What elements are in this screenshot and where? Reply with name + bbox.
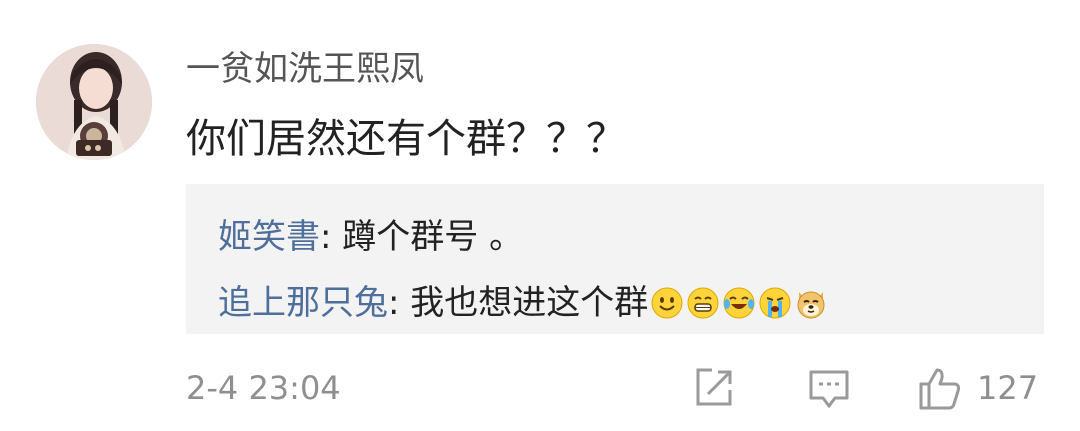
reply-item[interactable]: 姬笑書 : 蹲个群号 。: [218, 214, 523, 260]
comment-card: 一贫如洗王熙凤 你们居然还有个群？？？ 姬笑書 : 蹲个群号 。 追上那只兔 :…: [0, 0, 1080, 431]
smile-emoji: [651, 287, 683, 319]
comment-icon: [809, 370, 849, 408]
comment-footer: 2-4 23:04 127: [0, 360, 1080, 416]
share-icon: [696, 368, 732, 406]
like-count: 127: [977, 369, 1039, 407]
reply-text: 蹲个群号 。: [342, 217, 524, 257]
like-icon: [919, 368, 961, 410]
reply-text: 我也想进这个群: [410, 283, 649, 323]
share-button[interactable]: [690, 364, 738, 412]
avatar[interactable]: [36, 44, 152, 160]
reply-author[interactable]: 姬笑書: [218, 214, 320, 260]
doge-emoji: [797, 291, 825, 319]
reply-separator: :: [320, 217, 343, 257]
reply-separator: :: [388, 283, 411, 323]
reply-author[interactable]: 追上那只兔: [218, 280, 388, 326]
comment-timestamp: 2-4 23:04: [186, 369, 341, 407]
emoji-group: [650, 286, 828, 320]
laugh-cry-emoji: [723, 287, 755, 319]
like-button[interactable]: 127: [915, 364, 1043, 412]
grin-emoji: [687, 287, 719, 319]
comment-button[interactable]: [805, 364, 853, 412]
comment-username[interactable]: 一贫如洗王熙凤: [186, 46, 424, 92]
comment-text: 你们居然还有个群？？？: [186, 116, 626, 162]
reply-item[interactable]: 追上那只兔 : 我也想进这个群: [218, 280, 828, 326]
crying-emoji: [759, 287, 791, 319]
